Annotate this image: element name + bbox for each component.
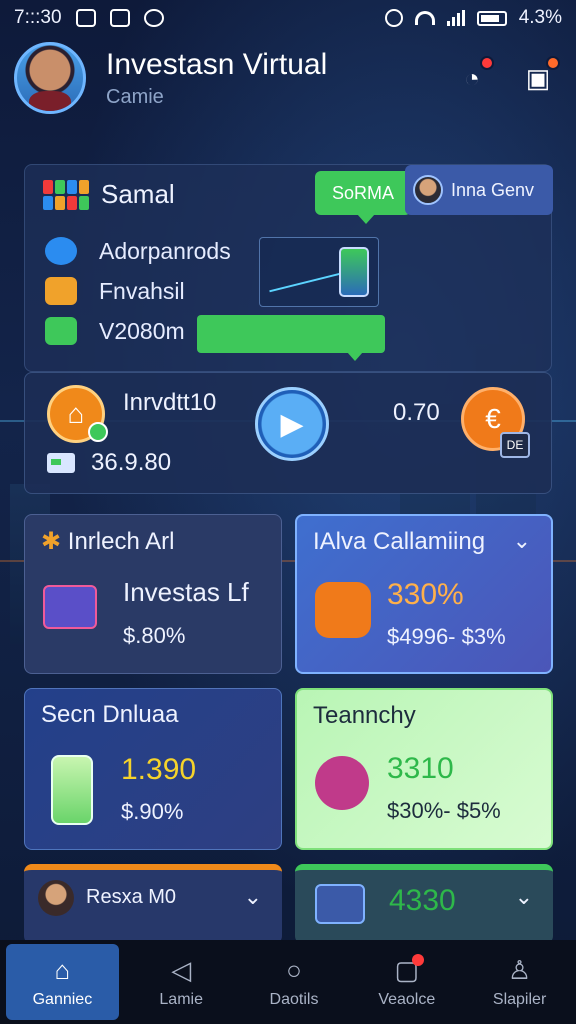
tile-title: Teannchy [313, 702, 416, 729]
tile-big-value: 1.390 [121, 753, 197, 786]
investment-card[interactable]: ⌂ Inrvdtt10 36.9.80 ▶ 0.70 € DE [24, 372, 552, 494]
apps-grid-icon [43, 179, 89, 210]
tile-small-value: $4996- $3% [387, 624, 506, 649]
media-icon [109, 9, 130, 27]
play-button[interactable]: ▶ [255, 387, 329, 461]
overview-card[interactable]: Samal SoRMA Inna Genv Adorpanrods Fnvahs… [24, 164, 553, 372]
nav-item-messages[interactable]: ▢ Veaolce [350, 940, 463, 1024]
notification-badge [480, 56, 494, 70]
investment-value: 0.70 [393, 399, 440, 426]
nav-item-details[interactable]: ○ Daotils [238, 940, 351, 1024]
user-chip[interactable]: Inna Genv [405, 165, 553, 215]
tile-title: Secn Dnluaa [41, 701, 179, 728]
tile-title: ✱ Inrlech Arl [41, 528, 175, 555]
list-item-label: V2080m [99, 317, 185, 344]
home-icon: ⌂ [54, 954, 71, 985]
avatar [38, 880, 74, 916]
notifications-button[interactable]: ◔ [456, 56, 494, 94]
tag-icon [45, 317, 77, 345]
mail-icon [45, 277, 77, 305]
nav-label: Daotils [269, 991, 319, 1008]
wallet-badge [546, 56, 560, 70]
tile-big-value: 330% [387, 578, 464, 611]
nav-label: Lamie [159, 991, 203, 1008]
app-header: Investasn Virtual Camie ◔ ▣ [0, 36, 576, 120]
action-bar[interactable] [197, 315, 385, 361]
chevron-down-icon[interactable]: ⌄ [513, 528, 531, 554]
investment-amount: 36.9.80 [91, 449, 172, 476]
alarm-icon [384, 9, 403, 27]
back-triangle-icon: ◁ [171, 954, 192, 985]
status-bar: 7:::30 4.3% [0, 0, 576, 36]
tile-small-value: $.90% [121, 799, 184, 824]
link-icon [315, 884, 365, 924]
phone-icon [51, 755, 93, 825]
user-chip-name: Inna Genv [451, 179, 535, 200]
battery-icon [476, 10, 507, 26]
chevron-down-icon[interactable]: ⌄ [244, 884, 262, 910]
profile-badge-icon [315, 756, 369, 810]
nav-item-home[interactable]: ⌂ Ganniec [6, 944, 119, 1020]
bottom-nav: ⌂ Ganniec ◁ Lamie ○ Daotils ▢ Veaolce ♙ … [0, 940, 576, 1024]
coin-icon[interactable]: € DE [461, 387, 530, 458]
avatar[interactable] [14, 42, 86, 114]
tile-big-value: Investas Lf [123, 577, 249, 607]
overview-title: Samal [101, 179, 175, 209]
page-subtitle: Camie [106, 85, 164, 108]
tile-small-value: $30%- $5% [387, 798, 501, 823]
list-item-label: Fnvahsil [99, 277, 185, 304]
list-item-label: Adorpanrods [99, 237, 231, 264]
status-time: 7:::30 [14, 7, 62, 28]
nav-label: Slapiler [492, 991, 547, 1008]
message-badge [412, 954, 425, 966]
card-icon [47, 453, 75, 473]
wifi-icon [414, 11, 435, 25]
person-icon: ♙ [507, 954, 532, 985]
nav-label: Veaolce [378, 991, 436, 1008]
nav-item-back[interactable]: ◁ Lamie [125, 940, 238, 1024]
app-icon [315, 582, 371, 638]
tile-small-value: $.80% [123, 623, 186, 648]
tile-technology[interactable]: Teannchy 3310 $30%- $5% [295, 688, 553, 850]
phone-illustration [339, 247, 369, 297]
page-title: Investasn Virtual [106, 47, 328, 81]
tile-big-value: 4330 [389, 884, 456, 917]
circle-icon: ○ [286, 954, 302, 985]
user-chip-avatar [413, 175, 443, 205]
wallet-button[interactable]: ▣ [522, 56, 560, 94]
tile-title: IAlva Callamiing [313, 528, 486, 555]
tile-growth[interactable]: 4330 ⌄ [295, 864, 553, 944]
screen-icon [43, 585, 97, 629]
tile-tech[interactable]: ✱ Inrlech Arl Investas Lf $.80% [24, 514, 282, 674]
notification-icon [75, 9, 96, 27]
tile-title: Resxa M0 [86, 886, 177, 908]
chat-bubble-icon [45, 237, 77, 265]
list-item[interactable]: Adorpanrods [45, 231, 231, 271]
home-badge-icon: ⌂ [47, 385, 108, 443]
investment-label: Inrvdtt10 [123, 389, 217, 416]
nav-label: Ganniec [32, 991, 93, 1008]
tile-research[interactable]: Resxa M0 ⌄ [24, 864, 282, 944]
coin-tag: DE [500, 432, 530, 458]
chat-bell-icon: ◔ [464, 62, 480, 93]
list-item[interactable]: Fnvahsil [45, 271, 231, 311]
battery-level: 4.3% [518, 7, 562, 28]
tile-calling[interactable]: IAlva Callamiing ⌄ 330% $4996- $3% [295, 514, 553, 674]
tile-big-value: 3310 [387, 752, 454, 785]
play-icon: ▶ [280, 407, 304, 441]
star-icon: ✱ [41, 528, 62, 555]
chevron-down-icon[interactable]: ⌄ [515, 884, 533, 910]
settings-icon [143, 9, 164, 27]
status-pill[interactable]: SoRMA [315, 171, 411, 224]
signal-icon [446, 10, 465, 26]
nav-item-profile[interactable]: ♙ Slapiler [463, 940, 576, 1024]
tile-search[interactable]: Secn Dnluaa 1.390 $.90% [24, 688, 282, 850]
